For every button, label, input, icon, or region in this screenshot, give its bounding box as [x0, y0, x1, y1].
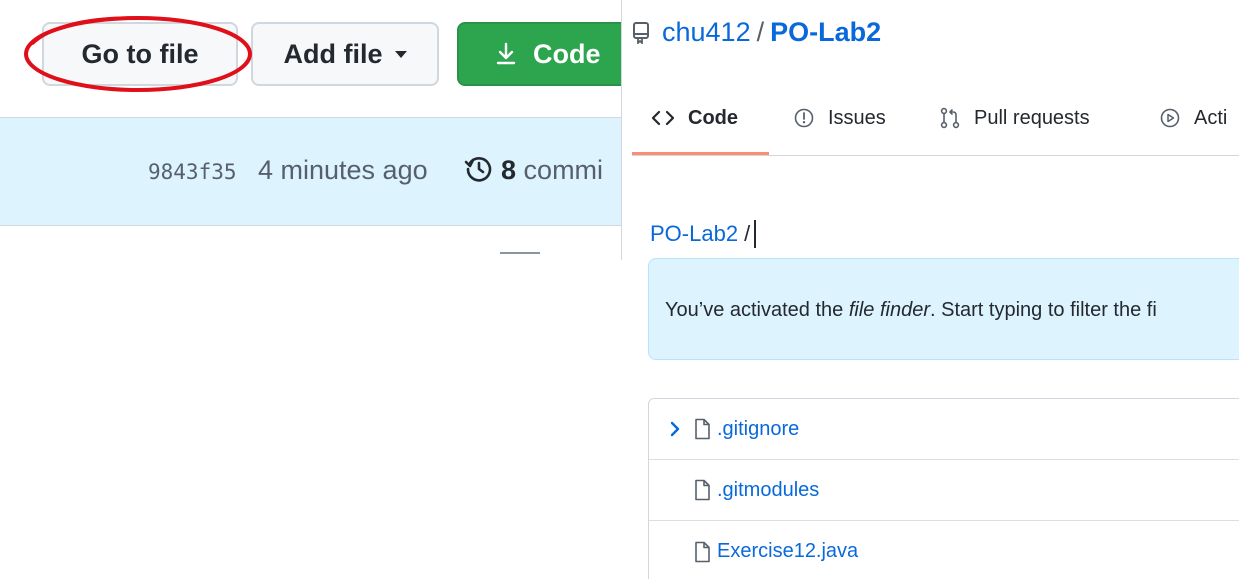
file-finder-results: .gitignore .gitmodules Exercise12.java — [648, 398, 1239, 579]
chevron-right-icon — [649, 421, 693, 437]
tab-actions-label: Acti — [1194, 106, 1228, 129]
repo-separator: / — [756, 16, 765, 47]
tab-actions[interactable]: Acti — [1160, 82, 1227, 154]
play-icon — [1160, 108, 1180, 128]
tab-issues[interactable]: Issues — [794, 82, 886, 154]
file-finder-notice: You’ve activated the file finder. Start … — [648, 258, 1239, 360]
file-icon — [693, 418, 711, 440]
notice-suffix: . Start typing to filter the fi — [930, 299, 1157, 321]
code-button[interactable]: Code — [457, 22, 621, 86]
tab-pull-requests-label: Pull requests — [974, 106, 1090, 129]
file-finder-notice-text: You’ve activated the file finder. Start … — [665, 299, 1157, 322]
file-row[interactable]: .gitmodules — [649, 460, 1239, 521]
go-to-file-label: Go to file — [81, 38, 199, 69]
triangle-down-icon — [394, 50, 407, 58]
tab-pull-requests[interactable]: Pull requests — [940, 82, 1090, 154]
file-finder-input[interactable] — [754, 220, 775, 248]
file-row-selected[interactable]: .gitignore — [649, 399, 1239, 460]
file-icon — [693, 541, 711, 563]
commit-count-label: commi — [523, 155, 604, 185]
file-actions-bar: Go to file Add file Code — [0, 0, 621, 118]
download-icon — [495, 42, 517, 66]
go-to-file-button[interactable]: Go to file — [42, 22, 238, 86]
issue-opened-icon — [794, 108, 814, 128]
code-icon — [652, 110, 674, 126]
truncated-row-fragment — [500, 252, 540, 260]
repo-header: chu412 / PO-Lab2 — [632, 12, 881, 52]
tab-code[interactable]: Code — [652, 82, 738, 154]
file-finder-breadcrumb: PO-Lab2 / — [650, 220, 775, 248]
add-file-label: Add file — [283, 38, 383, 69]
repo-nav-tabs: Code Issues Pull requests Acti — [632, 82, 1239, 156]
repo-owner-link[interactable]: chu412 — [662, 17, 751, 48]
selected-tab-underline — [632, 152, 769, 155]
commit-time[interactable]: 4 minutes ago — [258, 155, 428, 186]
file-row[interactable]: Exercise12.java — [649, 521, 1239, 579]
finder-repo-link[interactable]: PO-Lab2 — [650, 221, 738, 247]
notice-prefix: You’ve activated the — [665, 299, 849, 321]
file-name-link[interactable]: Exercise12.java — [717, 540, 858, 563]
file-name-link[interactable]: .gitmodules — [717, 479, 819, 502]
finder-separator: / — [744, 221, 751, 246]
latest-commit-bar: 9843f35 4 minutes ago 8 commi — [0, 118, 621, 226]
repo-name-link[interactable]: PO-Lab2 — [770, 17, 881, 48]
tab-code-label: Code — [688, 106, 738, 129]
commit-count-number: 8 — [501, 155, 517, 185]
tab-issues-label: Issues — [828, 106, 886, 129]
commit-count-link[interactable]: 8 commi — [501, 155, 603, 186]
file-icon — [693, 479, 711, 501]
add-file-button[interactable]: Add file — [251, 22, 439, 86]
commit-sha-link[interactable]: 9843f35 — [148, 160, 237, 184]
file-finder-panel: chu412 / PO-Lab2 Code Issues Pull reques… — [632, 0, 1239, 579]
history-icon[interactable] — [464, 154, 494, 184]
git-pull-request-icon — [940, 107, 960, 129]
notice-emphasis: file finder — [848, 299, 930, 321]
repo-toolbar-panel: Go to file Add file Code 9843f35 4 minut… — [0, 0, 622, 260]
code-button-label: Code — [533, 38, 601, 69]
file-name-link[interactable]: .gitignore — [717, 418, 799, 441]
repo-icon — [632, 20, 650, 44]
